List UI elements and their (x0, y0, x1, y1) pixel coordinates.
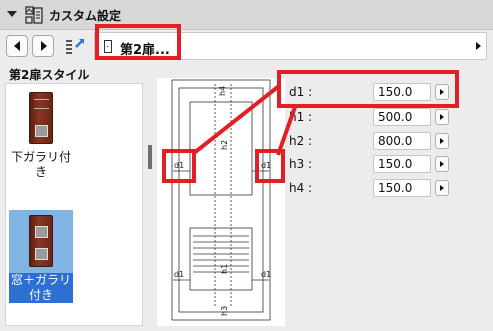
door-settings-icon (25, 6, 43, 24)
dim-label-d1-right: d1 (261, 161, 271, 170)
style-item-window-louver[interactable]: 窓＋ガラリ付き (9, 210, 73, 303)
export-list-icon[interactable] (64, 35, 88, 57)
param-row-h3: h3 : (285, 154, 455, 174)
panel-header[interactable]: カスタム設定 (0, 0, 493, 30)
dim-label-d1-bottom-left: d1 (174, 270, 184, 279)
dim-label-h3: h3 (220, 306, 229, 316)
path-text: 第2扉... (120, 43, 170, 58)
chevron-right-icon[interactable] (476, 42, 481, 50)
window-pane (35, 226, 48, 238)
param-label: h1 : (289, 110, 313, 124)
param-menu-button[interactable] (435, 133, 449, 149)
navigation-bar: 第2扉... (0, 30, 493, 60)
dim-label-h1: h1 (220, 264, 229, 274)
dim-label-h2: h2 (220, 140, 229, 150)
style-item-louver-bottom[interactable]: 下ガラリ付き (9, 92, 73, 180)
param-input-h3[interactable] (373, 155, 431, 173)
param-menu-button[interactable] (435, 109, 449, 125)
style-list: 下ガラリ付き 窓＋ガラリ付き (5, 83, 143, 326)
param-input-h4[interactable] (373, 179, 431, 197)
next-button[interactable] (32, 35, 54, 57)
arrow-left-icon (14, 41, 20, 51)
param-label: h4 : (289, 181, 313, 195)
param-menu-button[interactable] (435, 156, 449, 172)
param-input-h1[interactable] (373, 108, 431, 126)
dim-label-h4: h4 (218, 86, 227, 96)
door-elevation-drawing: h4 h2 h1 h3 d1 d1 d1 d1 (171, 79, 271, 321)
param-row-h1: h1 : (285, 107, 455, 127)
door-thumbnail (29, 215, 53, 267)
style-item-label: 下ガラリ付き (10, 150, 71, 179)
dim-label-d1-bottom-right: d1 (261, 270, 271, 279)
param-label: h3 : (289, 157, 313, 171)
section-title: 第2扉スタイル (9, 68, 90, 82)
louver-pane (35, 125, 48, 137)
path-selector[interactable]: 第2扉... (94, 32, 487, 60)
param-row-h2: h2 : (285, 131, 455, 151)
param-label: d1 : (289, 85, 313, 99)
door-panel-detail (34, 99, 49, 109)
louver-pane (35, 248, 48, 260)
panel-title: カスタム設定 (49, 9, 122, 23)
param-row-h4: h4 : (285, 178, 455, 198)
param-menu-button[interactable] (435, 180, 449, 196)
param-row-d1: d1 : (285, 82, 455, 102)
param-menu-button[interactable] (435, 84, 449, 100)
arrow-right-icon (41, 41, 47, 51)
door-diagram: h4 h2 h1 h3 d1 d1 d1 d1 (157, 78, 285, 326)
param-label: h2 : (289, 134, 313, 148)
param-input-d1[interactable] (373, 83, 431, 101)
dim-label-d1-left: d1 (174, 161, 184, 170)
param-input-h2[interactable] (373, 132, 431, 150)
previous-button[interactable] (6, 35, 28, 57)
door-thumbnail (29, 92, 53, 144)
collapse-triangle-icon[interactable] (7, 11, 17, 17)
style-item-label: 窓＋ガラリ付き (9, 273, 73, 303)
panel-splitter[interactable] (148, 145, 152, 169)
door-icon (104, 40, 112, 53)
